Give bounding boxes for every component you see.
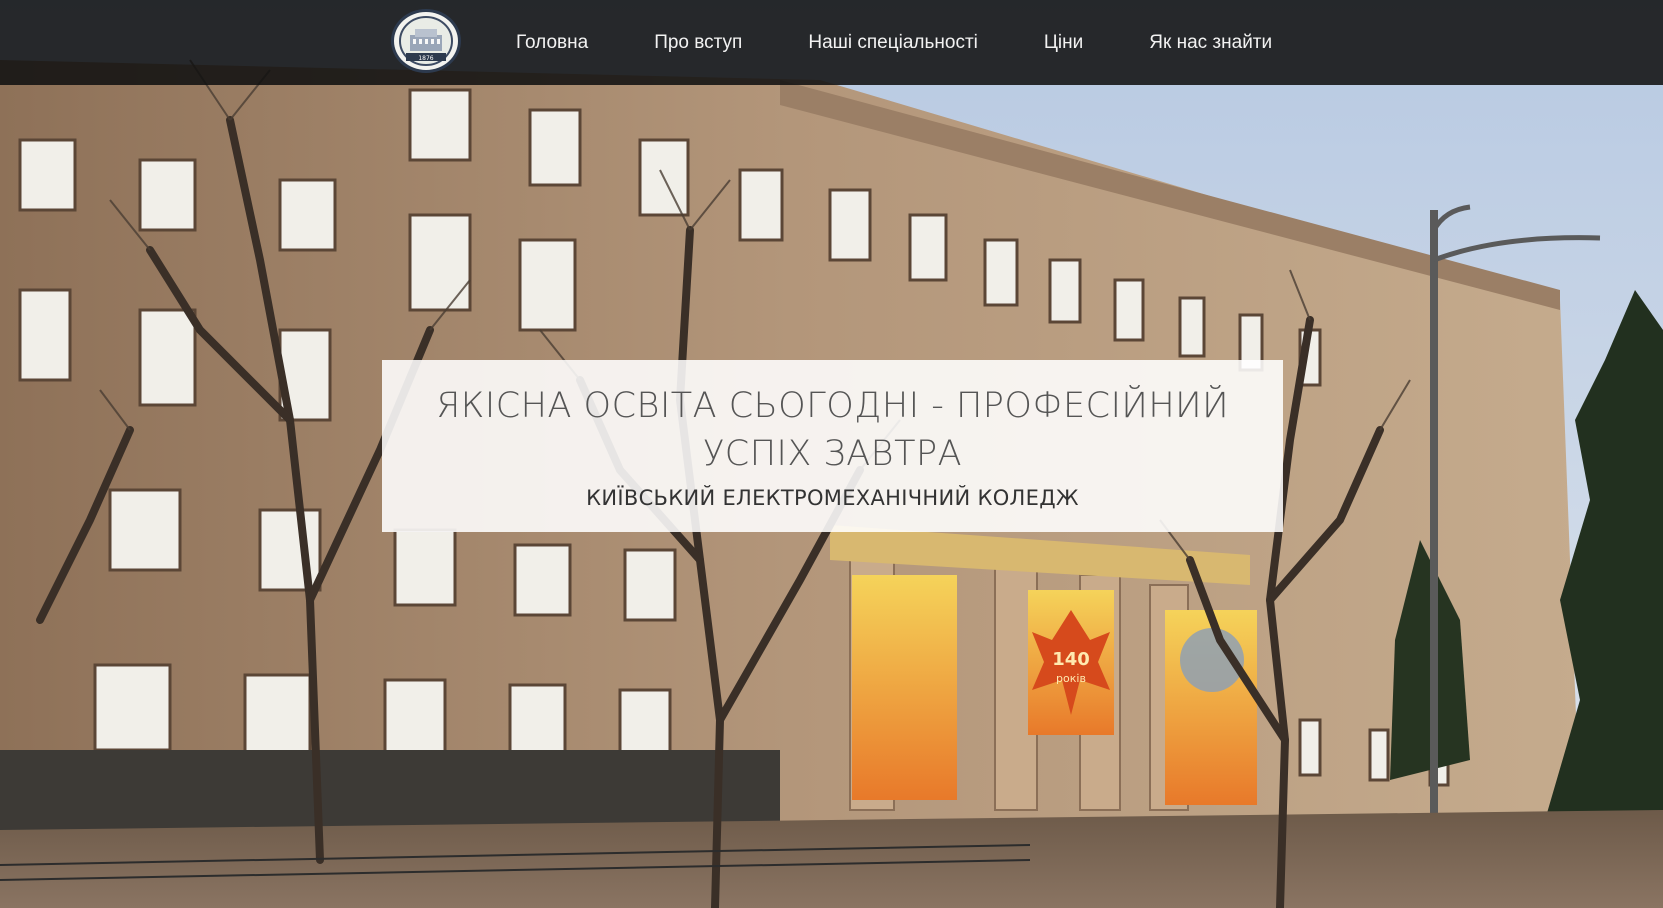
logo-year: 1876 [418, 55, 433, 62]
nav-item-prices[interactable]: Ціни [1044, 32, 1083, 54]
nav-item-specialties[interactable]: Наші спеціальності [808, 32, 978, 54]
nav-item-contacts[interactable]: Як нас знайти [1149, 32, 1272, 54]
nav-menu: Головна Про вступ Наші спеціальності Цін… [516, 0, 1338, 85]
banner-word: років [1056, 672, 1086, 685]
nav-item-home[interactable]: Головна [516, 32, 588, 54]
hero-headline-card: ЯКІСНА ОСВІТА СЬОГОДНІ - ПРОФЕСІЙНИЙ УСП… [382, 360, 1283, 532]
college-logo[interactable]: 1876 [391, 9, 461, 73]
hero-subheadline: КИЇВСЬКИЙ ЕЛЕКТРОМЕХАНІЧНИЙ КОЛЕДЖ [586, 486, 1079, 510]
hero-headline: ЯКІСНА ОСВІТА СЬОГОДНІ - ПРОФЕСІЙНИЙ УСП… [435, 386, 1229, 474]
banner-number: 140 [1052, 649, 1090, 670]
college-emblem-icon: 1876 [399, 16, 453, 66]
top-navbar: 1876 Головна Про вступ Наші спеціальност… [0, 0, 1663, 85]
nav-item-admission[interactable]: Про вступ [654, 32, 742, 54]
